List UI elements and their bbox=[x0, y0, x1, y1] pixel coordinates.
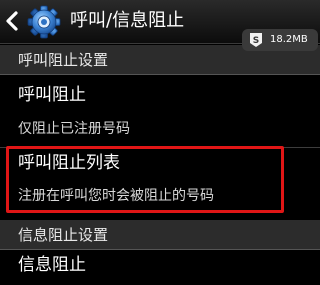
call-block-list-item[interactable]: 呼叫阻止列表 注册在呼叫您时会被阻止的号码 bbox=[0, 148, 320, 220]
storage-size-text: 18.2MB bbox=[270, 34, 308, 45]
section-header-label: 信息阻止设置 bbox=[18, 226, 109, 244]
call-blocking-subtitle: 仅阻止已注册号码 bbox=[18, 121, 130, 137]
svg-text:S: S bbox=[253, 36, 259, 46]
s-badge-icon: S bbox=[249, 32, 263, 48]
storage-badge: S 18.2MB bbox=[242, 29, 318, 51]
call-blocking-item[interactable]: 呼叫阻止 仅阻止已注册号码 bbox=[0, 75, 320, 147]
page-title: 呼叫/信息阻止 bbox=[70, 10, 185, 31]
section-header-message-blocking: 信息阻止设置 bbox=[0, 220, 320, 250]
section-header-label: 呼叫阻止设置 bbox=[18, 51, 109, 69]
call-block-list-subtitle: 注册在呼叫您时会被阻止的号码 bbox=[18, 188, 214, 204]
chevron-left-icon[interactable] bbox=[2, 9, 22, 33]
message-blocking-title: 信息阻止 bbox=[18, 255, 86, 275]
settings-gear-icon bbox=[26, 4, 62, 40]
call-blocking-title: 呼叫阻止 bbox=[18, 85, 86, 105]
call-block-list-title: 呼叫阻止列表 bbox=[18, 153, 120, 173]
message-blocking-item[interactable]: 信息阻止 bbox=[0, 250, 320, 285]
